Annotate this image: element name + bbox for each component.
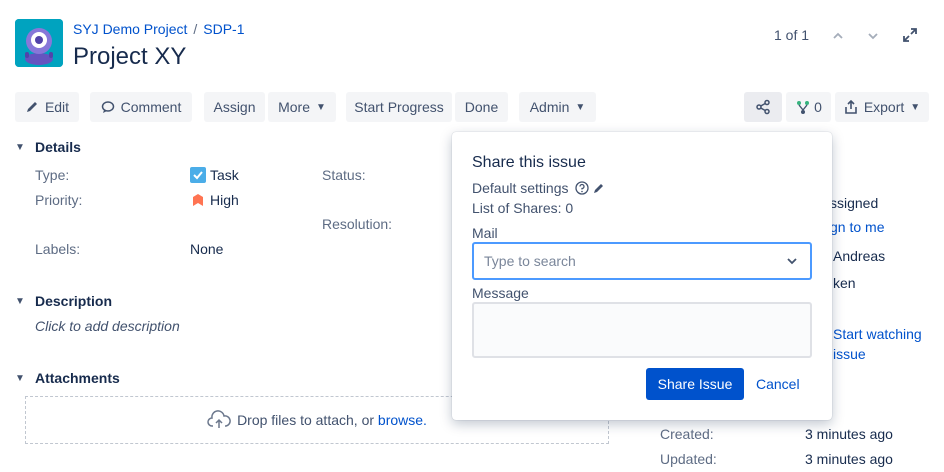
share-popup-title: Share this issue [472, 154, 586, 171]
priority-high-icon [193, 194, 203, 206]
default-settings-label: Default settings [472, 180, 569, 196]
issue-pager-count: 1 of 1 [774, 27, 810, 43]
chevron-down-icon: ▼ [575, 101, 586, 113]
next-issue-button[interactable] [861, 24, 885, 48]
assignee-value: ssigned [830, 195, 879, 211]
expand-icon [903, 28, 917, 42]
branch-icon [797, 101, 810, 114]
edit-button-label: Edit [44, 99, 70, 115]
comment-icon [101, 101, 114, 113]
assign-button[interactable]: Assign [204, 92, 265, 122]
project-avatar-icon [15, 19, 63, 67]
attachments-section-toggle[interactable]: ▼ Attachments [15, 370, 120, 386]
help-icon[interactable] [574, 181, 589, 195]
attachments-title: Attachments [35, 370, 120, 386]
chevron-down-icon: ▼ [15, 141, 25, 153]
share-icon [756, 99, 770, 115]
message-label: Message [472, 285, 529, 301]
project-avatar[interactable] [15, 19, 63, 67]
cloud-upload-icon [207, 410, 231, 428]
branch-count: 0 [814, 99, 822, 115]
start-watching-link[interactable]: Start watching [833, 326, 922, 342]
priority-value-text: High [210, 192, 239, 208]
admin-button-label: Admin [529, 99, 570, 115]
description-title: Description [35, 293, 113, 309]
mail-search-field[interactable] [472, 242, 812, 280]
share-button[interactable] [744, 92, 782, 122]
export-icon [845, 100, 857, 114]
expand-button[interactable] [898, 23, 922, 47]
chevron-down-icon: ▼ [15, 295, 25, 307]
branches-button[interactable]: 0 [786, 92, 831, 122]
breadcrumb-issue-key[interactable]: SDP-1 [203, 21, 244, 37]
description-placeholder[interactable]: Click to add description [35, 318, 180, 334]
priority-value: High [190, 192, 239, 208]
default-settings-row: Default settings [472, 180, 605, 196]
admin-button[interactable]: Admin ▼ [519, 92, 596, 122]
edit-button[interactable]: Edit [15, 92, 79, 122]
details-section-toggle[interactable]: ▼ Details [15, 139, 81, 155]
page-title: Project XY [73, 43, 187, 70]
chevron-up-icon [833, 32, 843, 39]
type-label: Type: [35, 167, 70, 183]
created-value: 3 minutes ago [805, 426, 893, 442]
export-button-label: Export [863, 99, 905, 115]
status-label: Status: [322, 167, 366, 183]
type-value: Task [190, 167, 239, 183]
chevron-down-icon: ▼ [15, 372, 25, 384]
breadcrumb-project[interactable]: SYJ Demo Project [73, 21, 187, 37]
share-issue-popup: Share this issue Default settings List o… [452, 132, 832, 420]
mail-search-input[interactable] [482, 252, 776, 270]
description-section-toggle[interactable]: ▼ Description [15, 293, 112, 309]
reporter-value: Andreas [833, 248, 886, 264]
updated-label: Updated: [660, 451, 717, 467]
breadcrumb: SYJ Demo Project / SDP-1 [73, 21, 245, 37]
chevron-down-icon[interactable] [786, 255, 798, 267]
done-button[interactable]: Done [455, 92, 508, 122]
cancel-link[interactable]: Cancel [756, 376, 800, 392]
pencil-icon[interactable] [593, 182, 605, 194]
previous-issue-button[interactable] [826, 24, 850, 48]
priority-label: Priority: [35, 192, 83, 208]
list-of-shares: List of Shares: 0 [472, 200, 574, 216]
assign-to-me-link[interactable]: gn to me [830, 219, 884, 235]
dropzone-text: Drop files to attach, or [237, 412, 375, 428]
task-checkbox-icon [190, 167, 206, 183]
mail-label: Mail [472, 225, 498, 241]
details-title: Details [35, 139, 81, 155]
chevron-down-icon: ▼ [316, 101, 326, 113]
start-progress-button[interactable]: Start Progress [346, 92, 452, 122]
resolution-label: Resolution: [322, 216, 393, 232]
more-button-label: More [278, 99, 310, 115]
comment-button[interactable]: Comment [90, 92, 192, 122]
votes-value: ken [833, 275, 856, 291]
chevron-down-icon: ▼ [910, 101, 921, 113]
breadcrumb-separator: / [193, 21, 198, 37]
chevron-down-icon [868, 33, 878, 40]
labels-label: Labels: [35, 241, 81, 257]
message-textarea[interactable] [472, 302, 812, 358]
export-button[interactable]: Export ▼ [835, 92, 929, 122]
start-watching-link-line2[interactable]: issue [833, 346, 866, 362]
labels-value: None [190, 241, 224, 257]
share-issue-button[interactable]: Share Issue [646, 368, 744, 400]
pencil-icon [26, 102, 37, 112]
more-button[interactable]: More ▼ [268, 92, 336, 122]
comment-button-label: Comment [120, 99, 182, 115]
created-label: Created: [660, 426, 714, 442]
updated-value: 3 minutes ago [805, 451, 893, 467]
type-value-text: Task [210, 167, 239, 183]
browse-link[interactable]: browse. [378, 412, 427, 428]
